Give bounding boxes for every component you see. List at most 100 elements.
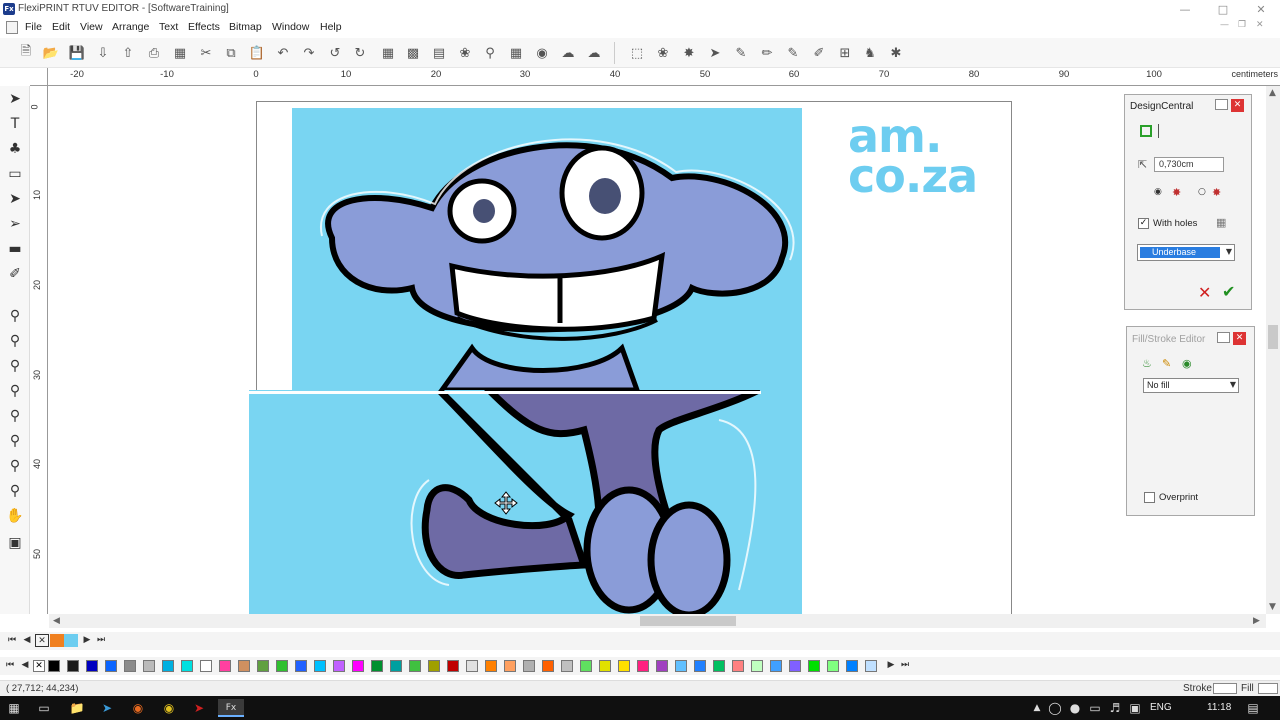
overprint-checkbox[interactable] (1144, 492, 1155, 503)
stroke-color-box[interactable] (1213, 683, 1237, 694)
palette-swatch[interactable] (352, 660, 364, 672)
vertical-scrollbar[interactable] (1266, 86, 1280, 614)
group-icon[interactable]: ▦ (378, 43, 398, 63)
palette-prev-icon[interactable]: ◀ (18, 659, 32, 672)
zoom-fit-icon[interactable]: ⚲ (5, 481, 25, 501)
cancel-icon[interactable]: ✕ (1198, 283, 1211, 302)
menu-edit[interactable]: Edit (52, 21, 70, 33)
fill-bucket-icon[interactable]: ♨ (1142, 357, 1152, 370)
palette-swatch[interactable] (314, 660, 326, 672)
palette-swatch[interactable] (390, 660, 402, 672)
palette-swatch[interactable] (542, 660, 554, 672)
measure-tool-icon[interactable]: ▬ (5, 239, 25, 259)
palette-swatch[interactable] (656, 660, 668, 672)
zoom-page-icon[interactable]: ⚲ (5, 356, 25, 376)
palette-swatch[interactable] (409, 660, 421, 672)
zoom-tool-icon[interactable]: ⚲ (480, 43, 500, 63)
select-arrow-icon[interactable]: ➤ (5, 89, 25, 109)
fill-color-box[interactable] (1258, 683, 1278, 694)
palette-swatch[interactable] (124, 660, 136, 672)
menu-bitmap[interactable]: Bitmap (229, 21, 262, 33)
tray-volume-icon[interactable]: ♬ (1106, 699, 1124, 717)
inner-contour-radio[interactable]: ◉ (1154, 187, 1162, 197)
bitmap-image-top[interactable] (292, 108, 802, 390)
notifications-icon[interactable]: ▤ (1244, 699, 1262, 717)
hand-pan-icon[interactable]: ✋ (5, 506, 25, 526)
arrange-icon[interactable]: ▤ (429, 43, 449, 63)
pencil-icon[interactable]: ✏ (757, 43, 777, 63)
palette-swatch[interactable] (504, 660, 516, 672)
palette-swatch[interactable] (713, 660, 725, 672)
palette-swatch[interactable] (105, 660, 117, 672)
rectangle-tool-icon[interactable]: ▭ (5, 164, 25, 184)
print-icon[interactable]: ⎙ (144, 43, 164, 63)
task-view-icon[interactable]: ▭ (35, 699, 53, 717)
zoom-out-icon[interactable]: ⚲ (5, 381, 25, 401)
file-explorer-icon[interactable]: 📁 (68, 699, 86, 717)
redo-icon[interactable]: ↷ (299, 43, 319, 63)
stroke-pen-icon[interactable]: ✎ (1162, 357, 1171, 370)
zoom-previous-icon[interactable]: ⚲ (5, 456, 25, 476)
zoom-in-icon[interactable]: ⚲ (5, 331, 25, 351)
palette-swatch[interactable] (618, 660, 630, 672)
scroll-right-icon[interactable]: ▶ (1253, 616, 1260, 626)
color-picker-icon[interactable]: ◉ (532, 43, 552, 63)
telegram-icon[interactable]: ➤ (98, 699, 116, 717)
app-red-icon[interactable]: ➤ (190, 699, 208, 717)
undo-icon[interactable]: ↶ (273, 43, 293, 63)
palette-swatch[interactable] (428, 660, 440, 672)
palette-swatch[interactable] (561, 660, 573, 672)
palette-swatch[interactable] (580, 660, 592, 672)
palette-swatch[interactable] (637, 660, 649, 672)
palette-swatch[interactable] (865, 660, 877, 672)
node-edit-icon[interactable]: ➤ (5, 189, 25, 209)
palette-swatch[interactable] (789, 660, 801, 672)
offset-input[interactable]: 0,730cm (1154, 157, 1224, 172)
palette-next-icon[interactable]: ▶ (884, 659, 898, 672)
minimize-icon[interactable]: — (1166, 0, 1204, 19)
copy-icon[interactable]: ⧉ (221, 43, 241, 63)
language-indicator[interactable]: ENG (1150, 702, 1172, 713)
palette-swatch[interactable] (466, 660, 478, 672)
tray-display-icon[interactable]: ▭ (1086, 699, 1104, 717)
panel-close-icon[interactable]: ✕ (1231, 99, 1244, 112)
menu-help[interactable]: Help (320, 21, 342, 33)
brush-icon[interactable]: ✎ (783, 43, 803, 63)
tray-network-icon[interactable]: ◯ (1046, 699, 1064, 717)
palette-swatch[interactable] (599, 660, 611, 672)
fill-type-dropdown[interactable]: No fill ▼ (1143, 378, 1239, 393)
color-wheel-icon[interactable]: ❀ (455, 43, 475, 63)
tray-monitor-icon[interactable]: ▣ (1126, 699, 1144, 717)
cloud-upload-icon[interactable]: ☁ (584, 43, 604, 63)
palette-swatch[interactable] (827, 660, 839, 672)
swatch-grid-icon[interactable]: ▦ (506, 43, 526, 63)
palette-swatch[interactable] (333, 660, 345, 672)
fill-tool-icon[interactable]: ▣ (5, 533, 25, 553)
ruler-origin[interactable] (30, 68, 48, 86)
page-color-orange[interactable] (50, 634, 64, 647)
palette-swatch[interactable] (295, 660, 307, 672)
horizontal-ruler[interactable] (48, 68, 1280, 86)
magic-wand-icon[interactable]: ✸ (679, 43, 699, 63)
shape-tool-icon[interactable]: ♣ (5, 139, 25, 159)
palette-swatch[interactable] (219, 660, 231, 672)
panel-minimize-icon[interactable] (1215, 99, 1228, 110)
eyedropper-tool-icon[interactable]: ✐ (5, 264, 25, 284)
palette-swatch[interactable] (181, 660, 193, 672)
zoom-all-icon[interactable]: ⚲ (5, 431, 25, 451)
ungroup-icon[interactable]: ▩ (403, 43, 423, 63)
palette-swatch[interactable] (276, 660, 288, 672)
panel-close-icon[interactable]: ✕ (1233, 332, 1246, 345)
palette-swatch[interactable] (808, 660, 820, 672)
fill-style-icon[interactable]: ◉ (1182, 357, 1192, 370)
palette-swatch[interactable] (770, 660, 782, 672)
menu-arrange[interactable]: Arrange (112, 21, 149, 33)
chrome-icon[interactable]: ◉ (160, 699, 178, 717)
close-icon[interactable]: ✕ (1242, 0, 1280, 19)
zoom-icon[interactable]: ⚲ (5, 306, 25, 326)
menu-text[interactable]: Text (159, 21, 178, 33)
text-tool-icon[interactable]: T (5, 114, 25, 134)
palette-swatch[interactable] (523, 660, 535, 672)
maximize-icon[interactable]: □ (1204, 0, 1242, 19)
vertical-ruler[interactable] (30, 86, 48, 614)
